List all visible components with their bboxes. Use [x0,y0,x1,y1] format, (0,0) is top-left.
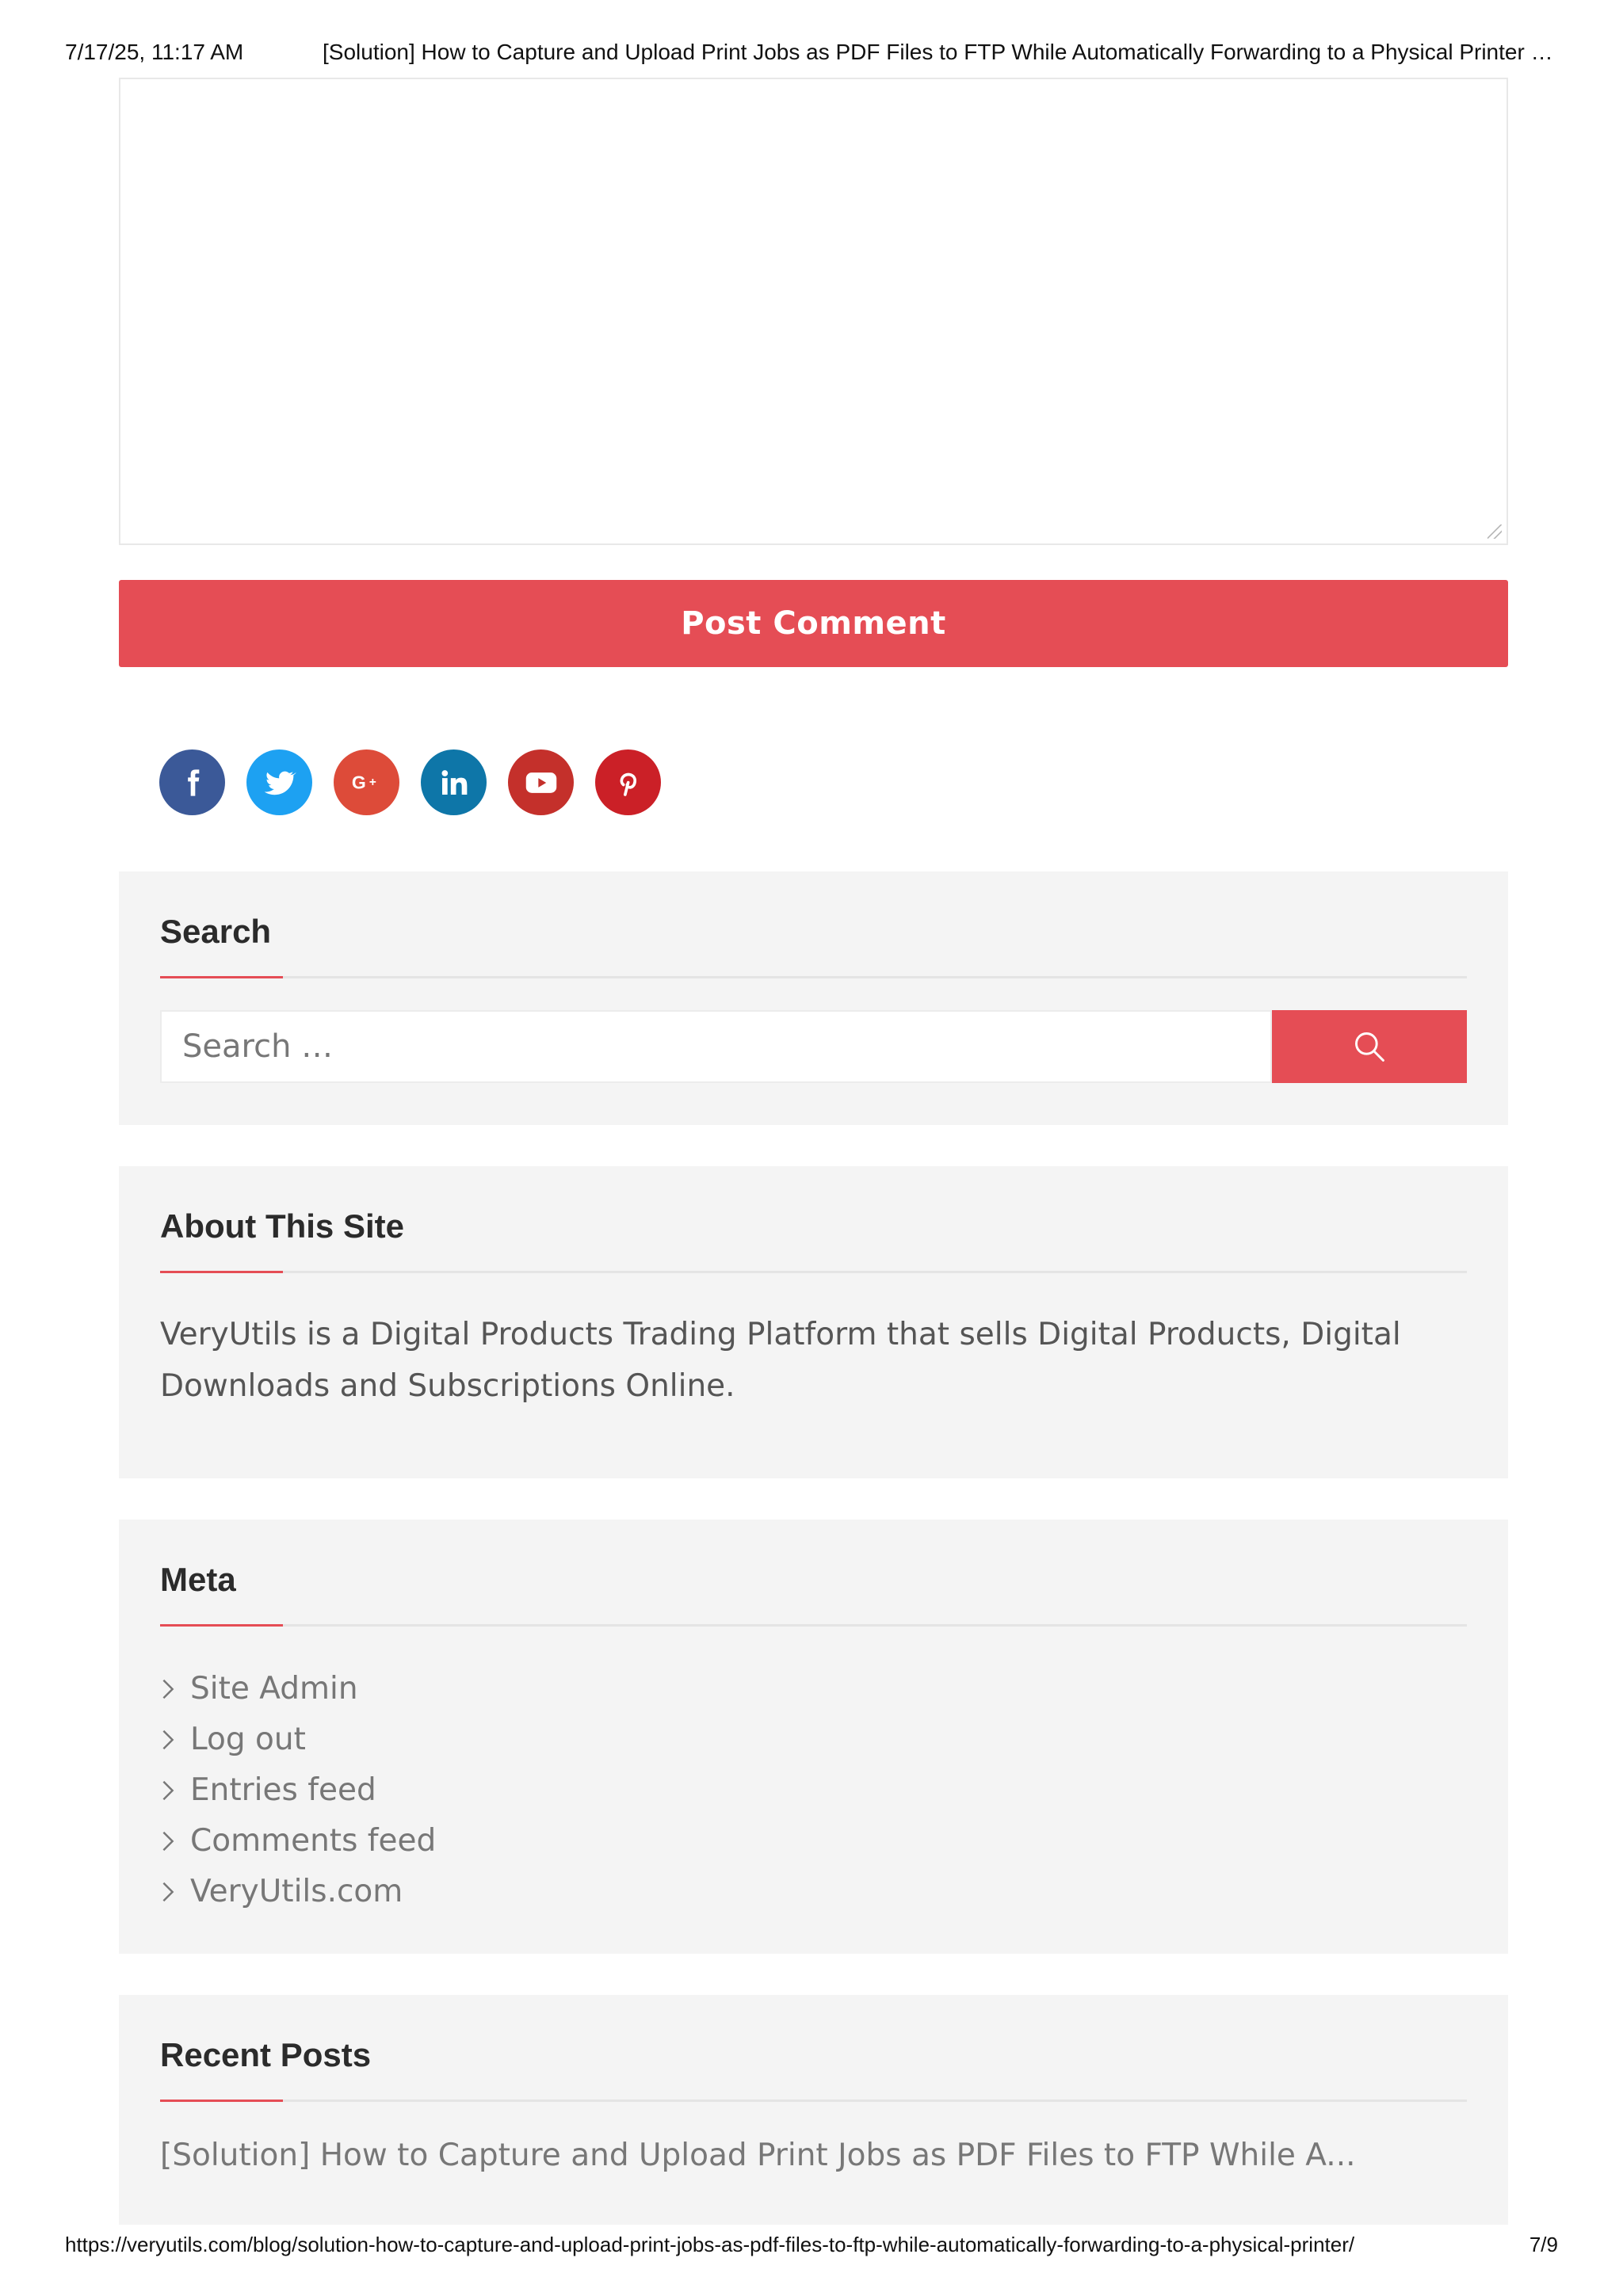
recent-posts-widget-title: Recent Posts [160,2036,372,2073]
chevron-right-icon [160,1880,190,1904]
meta-links: Site Admin Log out Entries feed Comments… [160,1664,436,1917]
linkedin-link[interactable] [421,749,487,815]
youtube-icon [525,772,556,793]
facebook-link[interactable] [159,749,225,815]
google-plus-icon: G + [351,772,376,792]
about-widget: About This Site VeryUtils is a Digital P… [119,1166,1508,1478]
chevron-right-icon [160,1779,190,1802]
google-plus-link[interactable]: G + [334,749,399,815]
comment-textarea[interactable] [119,78,1508,545]
meta-link-comments-feed[interactable]: Comments feed [160,1816,436,1867]
resize-handle-icon[interactable] [1487,524,1502,539]
print-date: 7/17/25, 11:17 AM [65,40,244,64]
svg-text:G: G [351,772,365,792]
print-page-number: 7/9 [1529,2233,1558,2256]
post-comment-label: Post Comment [681,605,946,642]
widget-title-divider [160,976,1467,978]
widget-title-divider [160,2100,1467,2102]
about-text: VeryUtils is a Digital Products Trading … [160,1317,1401,1404]
search-widget: Search Search … [119,871,1508,1125]
chevron-right-icon [160,1728,190,1752]
post-comment-button[interactable]: Post Comment [119,580,1508,667]
meta-link-site-admin[interactable]: Site Admin [160,1664,436,1714]
pinterest-icon [620,772,636,796]
print-url: https://veryutils.com/blog/solution-how-… [65,2233,1355,2256]
chevron-right-icon [160,1677,190,1701]
widget-title-divider [160,1271,1467,1273]
search-placeholder: Search … [182,1028,334,1065]
print-footer: https://veryutils.com/blog/solution-how-… [65,2233,1558,2264]
search-widget-title: Search [160,913,272,950]
widget-title-divider [160,1624,1467,1627]
meta-link-veryutils[interactable]: VeryUtils.com [160,1867,436,1917]
search-submit-button[interactable] [1272,1010,1467,1083]
social-links: G + [159,749,661,815]
meta-widget-title: Meta [160,1561,236,1598]
chevron-right-icon [160,1829,190,1853]
print-page-title: [Solution] How to Capture and Upload Pri… [323,40,1558,64]
recent-posts-widget: Recent Posts [Solution] How to Capture a… [119,1995,1508,2225]
linkedin-icon [441,769,467,795]
facebook-icon [187,769,199,796]
about-widget-title: About This Site [160,1207,404,1245]
meta-widget: Meta Site Admin Log out Entries feed Com… [119,1520,1508,1954]
recent-post-link[interactable]: [Solution] How to Capture and Upload Pri… [160,2138,1356,2173]
search-icon [1355,1032,1384,1062]
twitter-link[interactable] [246,749,312,815]
pinterest-link[interactable] [595,749,661,815]
meta-link-entries-feed[interactable]: Entries feed [160,1765,436,1816]
svg-text:+: + [369,775,376,788]
search-input[interactable]: Search … [160,1010,1272,1083]
print-header: 7/17/25, 11:17 AM [Solution] How to Capt… [65,40,1558,71]
twitter-icon [264,771,296,795]
youtube-link[interactable] [508,749,574,815]
meta-link-log-out[interactable]: Log out [160,1714,436,1765]
